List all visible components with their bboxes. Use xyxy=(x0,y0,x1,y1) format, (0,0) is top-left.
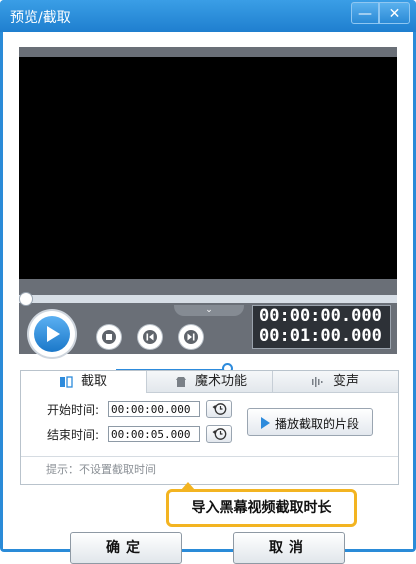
minimize-button[interactable]: — xyxy=(351,2,379,24)
set-start-time-button[interactable] xyxy=(206,400,232,418)
next-frame-icon xyxy=(184,330,198,344)
video-player: ⌄ 00:00:00.000 00:01:00.000 xyxy=(19,47,397,375)
start-time-input[interactable]: 00:00:00.000 xyxy=(108,401,200,417)
hint-text: 提示：不设置截取时间 xyxy=(46,463,156,476)
stop-button[interactable] xyxy=(97,325,121,349)
play-icon xyxy=(261,417,270,429)
end-time-label: 结束时间: xyxy=(47,428,100,442)
play-segment-button[interactable]: 播放截取的片段 xyxy=(247,408,373,436)
play-segment-label: 播放截取的片段 xyxy=(275,417,360,431)
ok-button[interactable]: 确定 xyxy=(70,532,182,564)
start-time-label: 开始时间: xyxy=(47,403,100,417)
stop-icon xyxy=(102,330,116,344)
previous-frame-icon xyxy=(143,330,157,344)
tab-label: 魔术功能 xyxy=(195,374,248,389)
time-display: 00:00:00.000 00:01:00.000 xyxy=(252,305,391,349)
cut-icon xyxy=(60,376,73,388)
end-time-input[interactable]: 00:00:05.000 xyxy=(108,426,200,442)
divider xyxy=(21,456,398,457)
next-frame-button[interactable] xyxy=(179,325,203,349)
tab-voice[interactable]: 变声 xyxy=(273,371,398,392)
clock-icon xyxy=(212,428,227,440)
tab-cut[interactable]: 截取 xyxy=(21,371,147,393)
tab-bar: 截取 魔术功能 变声 xyxy=(21,371,398,393)
progress-knob[interactable] xyxy=(19,292,33,306)
play-icon xyxy=(47,326,60,342)
cancel-button[interactable]: 取消 xyxy=(233,532,345,564)
previous-frame-button[interactable] xyxy=(138,325,162,349)
chevron-down-icon[interactable]: ⌄ xyxy=(174,305,244,316)
tab-label: 截取 xyxy=(81,374,108,389)
settings-panel: 截取 魔术功能 变声 开始时间: 00:00:00.000 结束时间: 00:0… xyxy=(20,370,399,485)
close-button[interactable]: ✕ xyxy=(379,2,410,24)
tab-magic[interactable]: 魔术功能 xyxy=(147,371,273,392)
tooltip-callout: 导入黑幕视频截取时长 xyxy=(166,489,357,527)
tab-label: 变声 xyxy=(333,374,360,389)
preview-cut-dialog: 预览/截取 — ✕ ⌄ 00:00:00.000 00:01:00.000 截取… xyxy=(0,0,416,564)
current-time: 00:00:00.000 xyxy=(259,306,382,326)
window-title: 预览/截取 xyxy=(10,10,71,26)
clock-icon xyxy=(212,403,227,415)
set-end-time-button[interactable] xyxy=(206,425,232,443)
dialog-body: ⌄ 00:00:00.000 00:01:00.000 截取 魔术功能 变声 开… xyxy=(3,32,413,564)
title-bar[interactable]: 预览/截取 — ✕ xyxy=(0,0,416,32)
video-preview[interactable] xyxy=(19,57,397,279)
progress-bar[interactable] xyxy=(19,292,397,306)
total-time: 00:01:00.000 xyxy=(259,326,382,346)
magic-icon xyxy=(176,377,186,387)
play-button[interactable] xyxy=(29,311,75,357)
voice-icon xyxy=(312,377,323,387)
